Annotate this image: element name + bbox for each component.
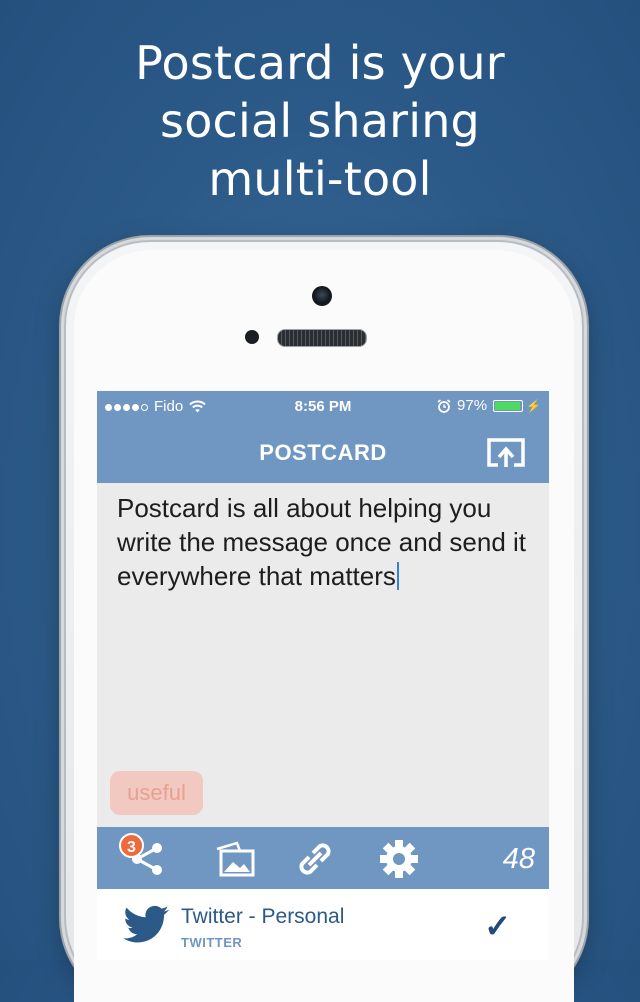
gear-icon[interactable] — [377, 837, 421, 881]
headline-line-1: Postcard is your — [135, 36, 505, 90]
headline: Postcard is your social sharing multi-to… — [0, 34, 640, 208]
app-screen: Fido 8:56 PM 97% ⚡ POSTCARD Postcard is — [97, 391, 549, 960]
proximity-sensor — [245, 330, 259, 344]
nav-bar: POSTCARD — [97, 421, 549, 483]
checkmark-icon[interactable]: ✓ — [484, 907, 511, 945]
alarm-icon — [437, 398, 451, 413]
text-cursor — [396, 562, 399, 590]
status-right: 97% ⚡ — [437, 397, 541, 414]
image-icon[interactable] — [213, 837, 257, 881]
twitter-bird-icon — [123, 905, 170, 943]
charging-icon: ⚡ — [526, 398, 541, 413]
headline-line-3: multi-tool — [208, 152, 432, 206]
share-count-badge: 3 — [119, 833, 144, 858]
account-name: Twitter - Personal — [181, 905, 345, 928]
account-service: TWITTER — [181, 935, 243, 950]
message-text: Postcard is all about helping you write … — [117, 493, 527, 591]
account-row[interactable]: Twitter - Personal TWITTER ✓ — [97, 889, 549, 960]
toolbar — [97, 827, 549, 889]
share-out-icon[interactable] — [485, 436, 527, 470]
battery-icon — [493, 399, 524, 412]
front-camera — [312, 286, 332, 306]
headline-line-2: social sharing — [160, 94, 480, 148]
message-input[interactable]: Postcard is all about helping you write … — [117, 491, 537, 593]
character-count: 48 — [502, 843, 535, 875]
link-icon[interactable] — [293, 837, 337, 881]
tag-chip[interactable]: useful — [110, 771, 203, 815]
earpiece-speaker — [277, 329, 367, 347]
status-bar: Fido 8:56 PM 97% ⚡ — [97, 391, 549, 421]
battery-level — [495, 401, 521, 410]
battery-percent: 97% — [457, 397, 488, 414]
app-title: POSTCARD — [259, 440, 387, 465]
